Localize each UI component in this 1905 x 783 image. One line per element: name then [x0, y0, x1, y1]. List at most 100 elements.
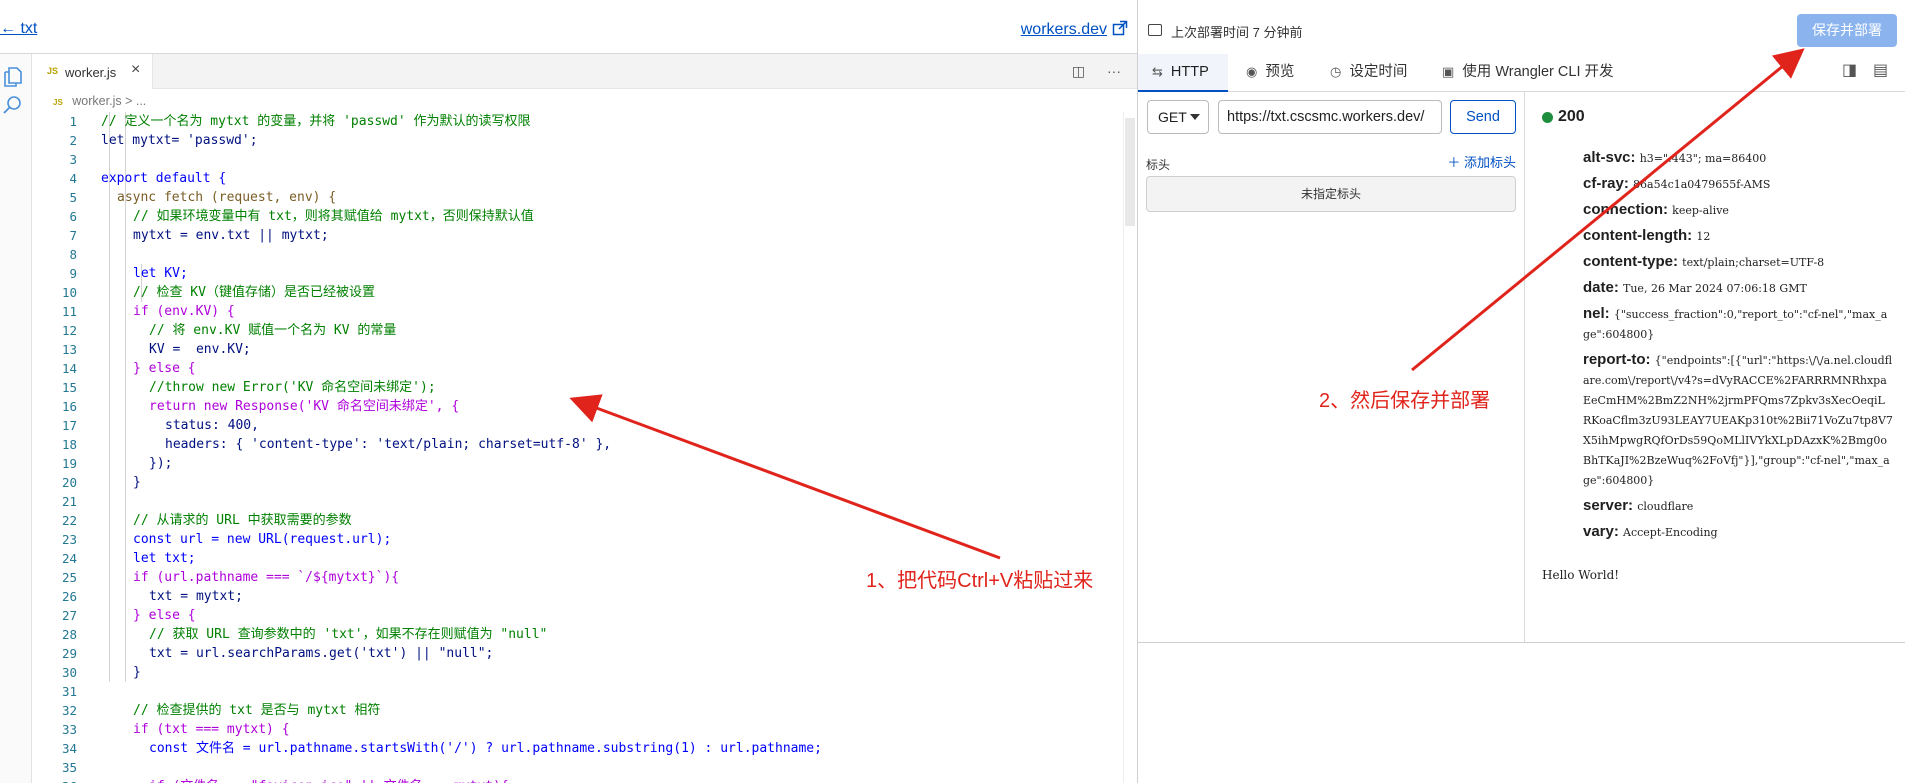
tab-schedule[interactable]: ◷ 设定时间 — [1330, 54, 1407, 92]
add-header-button[interactable]: ＋ 添加标头 — [1447, 152, 1516, 171]
code-line[interactable]: 10 // 检查 KV（键值存储）是否已经被设置 — [33, 283, 1123, 302]
code-line[interactable]: 7 mytxt = env.txt || mytxt; — [33, 226, 1123, 245]
line-number: 12 — [61, 323, 77, 338]
header-value: Tue, 26 Mar 2024 07:06:18 GMT — [1623, 282, 1807, 295]
code-text: // 如果环境变量中有 txt，则将其赋值给 mytxt，否则保持默认值 — [133, 209, 534, 224]
code-text: } else { — [133, 361, 196, 376]
send-button[interactable]: Send — [1450, 100, 1516, 134]
code-line[interactable]: 21 — [33, 492, 1123, 511]
code-line[interactable]: 27} else { — [33, 606, 1123, 625]
code-line[interactable]: 18 headers: { 'content-type': 'text/plain… — [33, 435, 1123, 454]
response-panel: 200 alt-svc: h3=":443"; ma=86400 cf-ray: … — [1526, 92, 1905, 642]
tab-wrangler[interactable]: ▣ 使用 Wrangler CLI 开发 — [1442, 54, 1614, 92]
calendar-icon — [1148, 24, 1162, 36]
code-text: if (文件名 == "favicon.ico" || 文件名 == mytxt… — [149, 777, 509, 783]
response-header-row: content-type: text/plain;charset=UTF-8 — [1583, 252, 1893, 272]
code-line[interactable]: 16 return new Response('KV 命名空间未绑定', { — [33, 397, 1123, 416]
tab-worker-js[interactable]: JS worker.js × — [33, 54, 153, 89]
method-select[interactable]: GET — [1147, 100, 1209, 134]
response-body: Hello World! — [1542, 568, 1620, 582]
line-number: 27 — [61, 608, 77, 623]
header-key: server: — [1583, 497, 1638, 514]
line-number: 22 — [61, 513, 77, 528]
save-and-deploy-button[interactable]: 保存并部署 — [1797, 14, 1897, 47]
code-line[interactable]: 4 export default { — [33, 169, 1123, 188]
editor-scroll-thumb[interactable] — [1125, 118, 1135, 226]
header-key: content-type: — [1583, 253, 1683, 270]
editor-actions: ◫ ··· — [1054, 63, 1121, 80]
response-header-row: server: cloudflare — [1583, 496, 1893, 516]
url-input[interactable]: https://txt.cscsmc.workers.dev/ — [1218, 100, 1442, 134]
code-line[interactable]: 30} — [33, 663, 1123, 682]
code-text: // 检查 KV（键值存储）是否已经被设置 — [133, 285, 375, 300]
code-line[interactable]: 28 // 获取 URL 查询参数中的 'txt'，如果不存在则赋值为 "null… — [33, 625, 1123, 644]
explorer-files-icon[interactable] — [2, 66, 24, 88]
tab-preview[interactable]: ◉ 预览 — [1246, 54, 1294, 92]
code-line[interactable]: 23 const url = new URL(request.url); — [33, 530, 1123, 549]
code-text: mytxt = env.txt || mytxt; — [133, 228, 329, 243]
headers-label: 标头 — [1146, 158, 1171, 172]
panel-layout-icon[interactable]: ◨ — [1842, 60, 1857, 80]
code-line[interactable]: 14} else { — [33, 359, 1123, 378]
line-number: 28 — [61, 627, 77, 642]
more-actions-icon[interactable]: ··· — [1107, 63, 1121, 79]
code-line[interactable]: 13 KV = env.KV; — [33, 340, 1123, 359]
code-line[interactable]: 35 — [33, 758, 1123, 777]
line-number: 35 — [61, 760, 77, 775]
code-line[interactable]: 34 const 文件名 = url.pathname.startsWith('/… — [33, 739, 1123, 758]
code-line[interactable]: 29 txt = url.searchParams.get('txt') || "… — [33, 644, 1123, 663]
code-text: let txt; — [133, 551, 196, 566]
line-number: 9 — [69, 266, 77, 281]
response-header-row: nel: {"success_fraction":0,"report_to":"… — [1583, 304, 1893, 344]
code-line[interactable]: 31 — [33, 682, 1123, 701]
breadcrumb-file[interactable]: worker.js — [72, 94, 121, 108]
code-editor[interactable]: 1 // 定义一个名为 mytxt 的变量，并将 'passwd' 作为默认的读写… — [33, 112, 1123, 783]
editor-topbar: ← txt workers.dev — [0, 0, 1137, 54]
tab-http[interactable]: ⇆ HTTP — [1138, 54, 1228, 92]
code-line[interactable]: 20} — [33, 473, 1123, 492]
devtools-icon[interactable]: ▤ — [1873, 60, 1888, 80]
code-line[interactable]: 2 let mytxt= 'passwd'; — [33, 131, 1123, 150]
workers-dev-link[interactable]: workers.dev — [1021, 21, 1107, 39]
breadcrumb: JS worker.js > ... — [33, 90, 1123, 112]
header-value: h3=":443"; ma=86400 — [1639, 152, 1767, 165]
code-line[interactable]: 8 — [33, 245, 1123, 264]
code-line[interactable]: 5 async fetch (request, env) { — [33, 188, 1123, 207]
preview-pane: 上次部署时间 7 分钟前 保存并部署 ⇆ HTTP ◉ 预览 ◷ 设定时间 ▣ 使用 W… — [1137, 0, 1905, 783]
header-key: date: — [1583, 279, 1624, 296]
breadcrumb-more[interactable]: > ... — [125, 94, 146, 108]
split-editor-icon[interactable]: ◫ — [1072, 63, 1085, 79]
code-text: txt = url.searchParams.get('txt') || "nu… — [149, 646, 494, 661]
code-line[interactable]: 32 // 检查提供的 txt 是否与 mytxt 相符 — [33, 701, 1123, 720]
code-line[interactable]: 9 let KV; — [33, 264, 1123, 283]
code-line[interactable]: 11 if (env.KV) { — [33, 302, 1123, 321]
code-text: const url = new URL(request.url); — [133, 532, 392, 547]
line-number: 20 — [61, 475, 77, 490]
header-value: {"endpoints":[{"url":"https:\/\/a.nel.cl… — [1583, 354, 1893, 487]
response-header-row: vary: Accept-Encoding — [1583, 522, 1893, 542]
close-tab-icon[interactable]: × — [131, 61, 140, 79]
external-link-icon[interactable] — [1112, 20, 1128, 36]
code-line[interactable]: 12 // 将 env.KV 赋值一个名为 KV 的常量 — [33, 321, 1123, 340]
editor-tab-bar: JS worker.js × ◫ ··· — [33, 54, 1137, 89]
code-text: let KV; — [133, 266, 188, 281]
code-line[interactable]: 6 // 如果环境变量中有 txt，则将其赋值给 mytxt，否则保持默认值 — [33, 207, 1123, 226]
code-text: // 检查提供的 txt 是否与 mytxt 相符 — [133, 703, 381, 718]
line-number: 8 — [69, 247, 77, 262]
code-line[interactable]: 17 status: 400, — [33, 416, 1123, 435]
code-text: // 从请求的 URL 中获取需要的参数 — [133, 513, 352, 528]
header-value: cloudflare — [1637, 500, 1694, 513]
code-line[interactable]: 22 // 从请求的 URL 中获取需要的参数 — [33, 511, 1123, 530]
annotation-step2: 2、然后保存并部署 — [1319, 390, 1491, 412]
line-number: 17 — [61, 418, 77, 433]
code-line[interactable]: 36 if (文件名 == "favicon.ico" || 文件名 == myt… — [33, 777, 1123, 783]
code-text: export default { — [101, 171, 227, 186]
back-to-worker-link[interactable]: ← txt — [0, 20, 37, 38]
code-line[interactable]: 3 — [33, 150, 1123, 169]
line-number: 1 — [69, 114, 77, 129]
code-line[interactable]: 1 // 定义一个名为 mytxt 的变量，并将 'passwd' 作为默认的读写… — [33, 112, 1123, 131]
search-icon[interactable] — [2, 94, 24, 116]
code-line[interactable]: 19}); — [33, 454, 1123, 473]
code-line[interactable]: 15 //throw new Error('KV 命名空间未绑定'); — [33, 378, 1123, 397]
code-line[interactable]: 33 if (txt === mytxt) { — [33, 720, 1123, 739]
